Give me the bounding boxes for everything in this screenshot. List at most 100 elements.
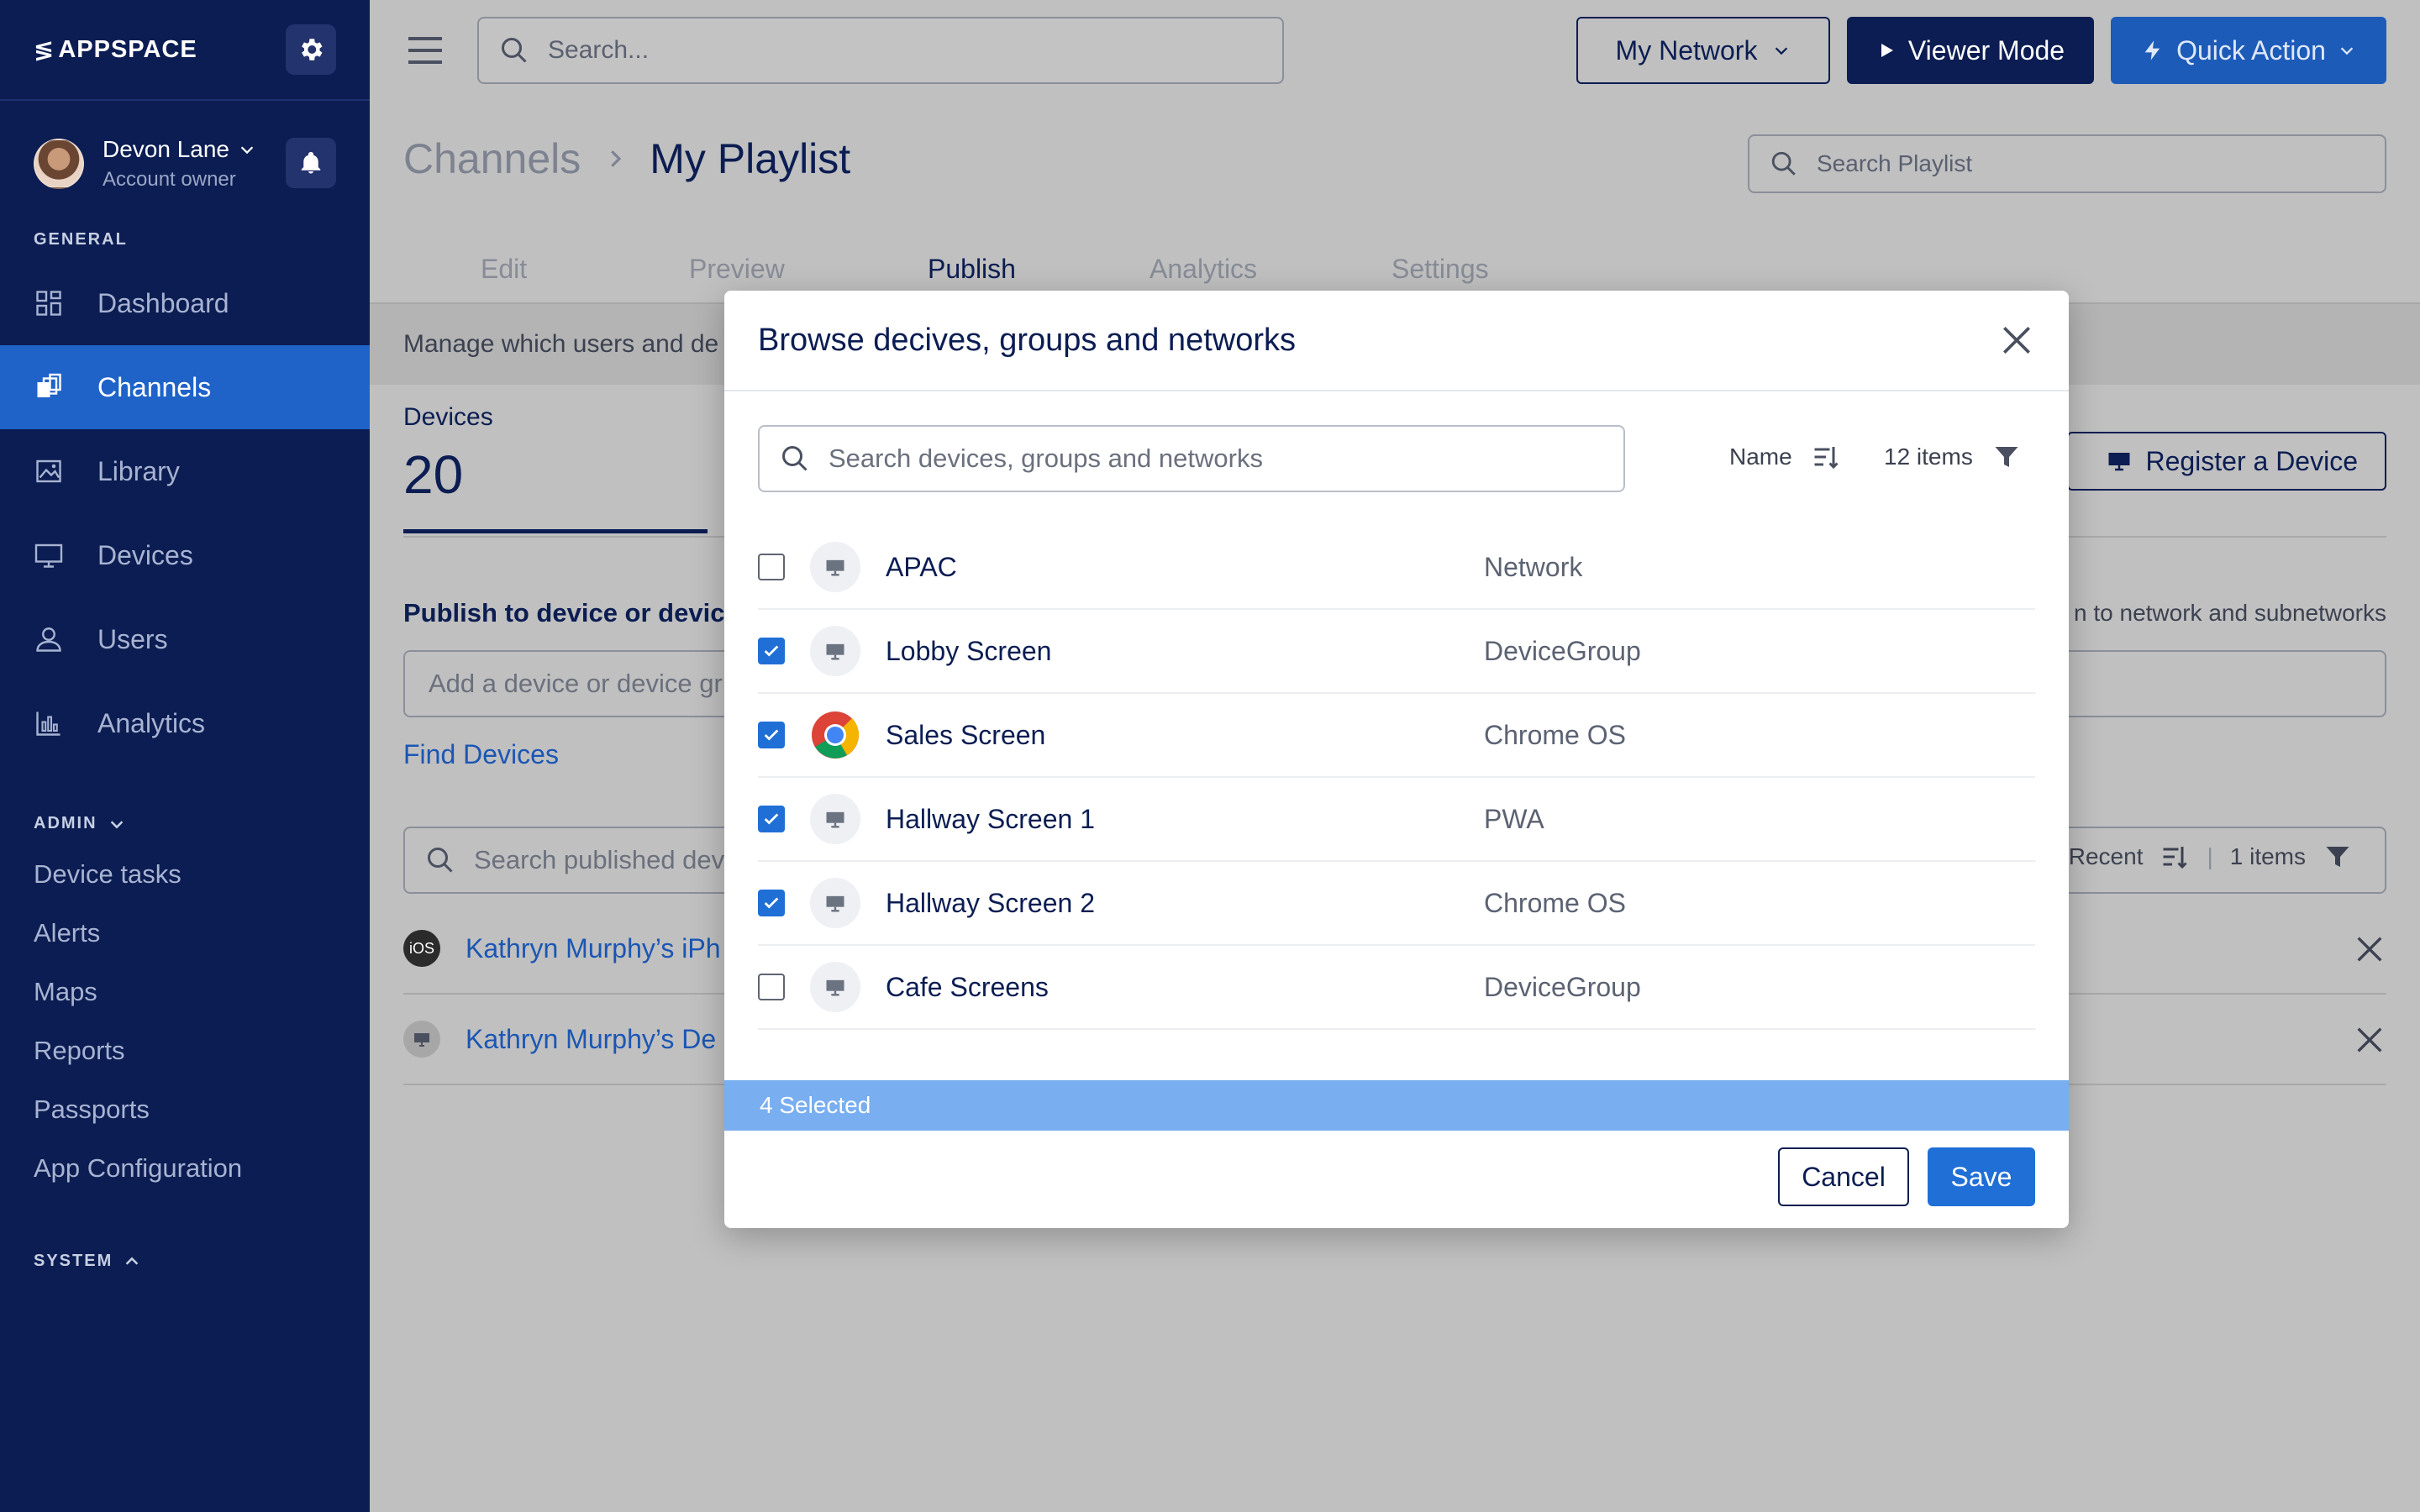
global-search-placeholder: Search... <box>548 36 650 64</box>
published-device-name[interactable]: Kathryn Murphy’s De <box>466 1024 716 1055</box>
list-item[interactable]: Hallway Screen 2 Chrome OS <box>758 862 2035 946</box>
admin-item-passports[interactable]: Passports <box>0 1080 370 1139</box>
avatar[interactable] <box>34 139 84 189</box>
user-meta[interactable]: Devon Lane Account owner <box>103 136 256 192</box>
tab-publish[interactable]: Publish <box>919 254 1024 301</box>
settings-button[interactable] <box>286 24 336 75</box>
playlist-search[interactable]: Search Playlist <box>1748 134 2386 193</box>
checkmark-icon <box>764 813 779 825</box>
gear-icon <box>302 39 323 60</box>
cancel-button[interactable]: Cancel <box>1778 1147 1909 1206</box>
monitor-glyph <box>826 559 844 576</box>
tab-preview[interactable]: Preview <box>689 254 785 285</box>
sidebar-item-label: Devices <box>97 539 193 570</box>
lightning-icon <box>2144 40 2160 60</box>
selected-count-bar: 4 Selected <box>724 1080 2069 1131</box>
add-device-placeholder: Add a device or device gr <box>429 669 723 698</box>
checkbox[interactable] <box>758 806 785 832</box>
quick-action-button[interactable]: Quick Action <box>2111 17 2386 84</box>
breadcrumb-channels[interactable]: Channels <box>403 134 581 183</box>
admin-item-device-tasks[interactable]: Device tasks <box>0 845 370 904</box>
user-name: Devon Lane <box>103 136 256 163</box>
admin-item-app-configuration[interactable]: App Configuration <box>0 1139 370 1198</box>
tab-settings[interactable]: Settings <box>1392 254 1489 285</box>
search-icon <box>502 38 527 63</box>
logo-bar: ≶ APPSPACE <box>0 0 370 101</box>
hamburger-menu-icon[interactable] <box>407 34 444 67</box>
sidebar-item-analytics[interactable]: Analytics <box>0 681 370 765</box>
modal-header: Browse decives, groups and networks <box>724 291 2069 391</box>
admin-item-maps[interactable]: Maps <box>0 963 370 1021</box>
filter-icon[interactable] <box>1991 442 2022 472</box>
info-text: Manage which users and de <box>403 330 719 358</box>
page-title: My Playlist <box>650 135 851 182</box>
admin-item-reports[interactable]: Reports <box>0 1021 370 1080</box>
monitor-icon <box>810 626 860 676</box>
general-section-label: GENERAL <box>34 230 128 249</box>
checkbox[interactable] <box>758 890 785 916</box>
list-item[interactable]: Sales Screen Chrome OS <box>758 694 2035 778</box>
tab-edit[interactable]: Edit <box>481 254 527 285</box>
modal-search-input[interactable]: Search devices, groups and networks <box>758 425 1625 492</box>
find-devices-link[interactable]: Find Devices <box>403 739 559 770</box>
list-item[interactable]: APAC Network <box>758 526 2035 610</box>
published-sort-label[interactable]: Recent <box>2069 843 2144 870</box>
breadcrumb: Channels My Playlist <box>403 134 850 183</box>
checkbox[interactable] <box>758 554 785 580</box>
checkbox[interactable] <box>758 722 785 748</box>
tab-analytics[interactable]: Analytics <box>1150 254 1257 285</box>
user-block: Devon Lane Account owner <box>0 101 370 227</box>
item-type: DeviceGroup <box>1484 971 1641 1002</box>
global-search[interactable]: Search... <box>477 17 1284 84</box>
register-device-label: Register a Device <box>2145 445 2358 476</box>
monitor-icon <box>403 1021 440 1058</box>
sidebar-item-library[interactable]: Library <box>0 429 370 513</box>
sidebar-item-channels[interactable]: Channels <box>0 345 370 429</box>
checkbox[interactable] <box>758 974 785 1000</box>
monitor-icon <box>810 794 860 844</box>
published-device-name[interactable]: Kathryn Murphy’s iPh <box>466 933 721 964</box>
network-dropdown[interactable]: My Network <box>1576 17 1830 84</box>
published-search-placeholder: Search published dev <box>474 845 725 874</box>
list-item[interactable]: Lobby Screen DeviceGroup <box>758 610 2035 694</box>
system-section-toggle[interactable]: SYSTEM <box>0 1252 370 1271</box>
save-button[interactable]: Save <box>1928 1147 2035 1206</box>
close-icon[interactable] <box>2353 932 2386 966</box>
sidebar-item-label: Analytics <box>97 707 206 738</box>
appspace-logo[interactable]: ≶ APPSPACE <box>34 35 197 65</box>
modal-sort-control[interactable]: Name <box>1729 442 1841 472</box>
chevron-down-icon <box>1776 47 1788 55</box>
checkbox[interactable] <box>758 638 785 664</box>
sidebar-item-dashboard[interactable]: Dashboard <box>0 261 370 345</box>
viewer-mode-button[interactable]: Viewer Mode <box>1847 17 2094 84</box>
sidebar-item-devices[interactable]: Devices <box>0 513 370 597</box>
filter-icon[interactable] <box>2323 842 2353 872</box>
dashboard-icon <box>36 291 61 316</box>
search-icon <box>1771 151 1796 176</box>
item-type: Chrome OS <box>1484 719 1626 750</box>
network-label: My Network <box>1615 34 1758 66</box>
selected-count-text: 4 Selected <box>760 1092 871 1118</box>
admin-item-alerts[interactable]: Alerts <box>0 904 370 963</box>
modal-title: Browse decives, groups and networks <box>758 322 1296 358</box>
sidebar-item-users[interactable]: Users <box>0 597 370 681</box>
item-type: DeviceGroup <box>1484 635 1641 666</box>
modal-count-label: 12 items <box>1884 444 1973 470</box>
item-name: Hallway Screen 1 <box>886 803 1095 834</box>
publish-hint: n to network and subnetworks <box>2074 600 2386 626</box>
sort-icon[interactable] <box>2160 842 2190 872</box>
topbar: Search... My Network Viewer Mode Quick A… <box>370 0 2420 101</box>
monitor-icon <box>2108 453 2130 471</box>
modal-count-control: 12 items <box>1884 442 2022 472</box>
list-item[interactable]: Hallway Screen 1 PWA <box>758 778 2035 862</box>
notifications-button[interactable] <box>286 138 336 188</box>
devices-stat[interactable]: Devices 20 <box>403 403 493 506</box>
list-item[interactable]: Cafe Screens DeviceGroup <box>758 946 2035 1030</box>
register-device-button[interactable]: Register a Device <box>2067 432 2386 491</box>
close-icon[interactable] <box>1998 322 2035 359</box>
chevron-down-icon <box>2340 47 2354 55</box>
monitor-glyph <box>826 643 844 660</box>
admin-section-toggle[interactable]: ADMIN <box>0 814 370 833</box>
chevron-right-icon <box>611 150 622 167</box>
close-icon[interactable] <box>2353 1023 2386 1057</box>
